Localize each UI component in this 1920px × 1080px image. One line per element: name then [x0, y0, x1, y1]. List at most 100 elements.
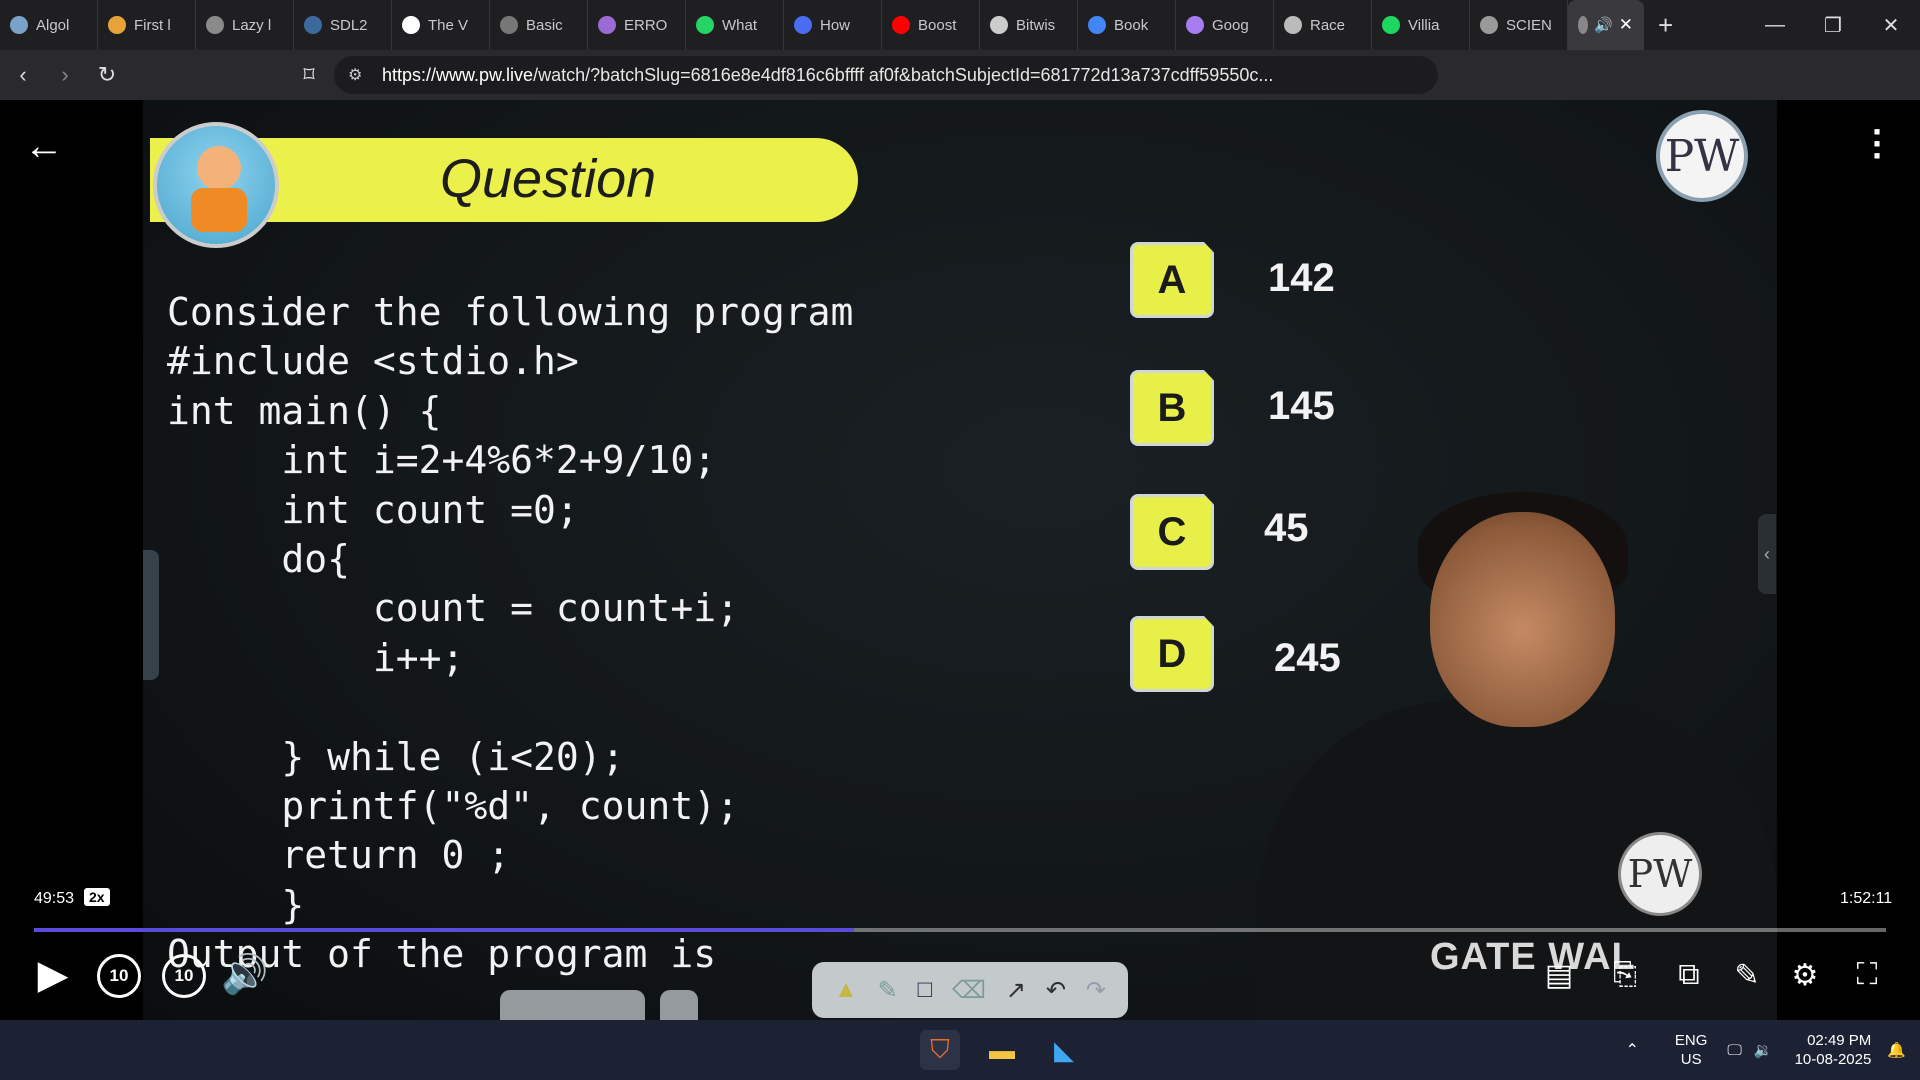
code-line: int count =0;	[167, 487, 579, 532]
browser-tab[interactable]: The V	[392, 0, 490, 50]
current-time: 49:53	[34, 890, 75, 907]
notification-bell-icon[interactable]: 🔔	[1887, 1041, 1906, 1059]
browser-tab[interactable]: Race	[1274, 0, 1372, 50]
code-line: Consider the following program	[167, 290, 854, 334]
speaker-icon[interactable]: 🔊	[1594, 16, 1613, 34]
play-icon[interactable]: ▶	[30, 952, 76, 998]
tab-favicon-icon	[206, 16, 224, 34]
code-line: do{	[167, 536, 351, 581]
back-arrow-icon[interactable]: ←	[24, 124, 64, 169]
browser-tab[interactable]: ERRO	[588, 0, 686, 50]
forward-icon[interactable]: ›	[46, 56, 84, 94]
tab-title: Race	[1310, 16, 1346, 34]
tab-favicon-icon	[598, 16, 616, 34]
lang-top: ENG	[1674, 1032, 1708, 1049]
minimize-icon[interactable]: —	[1746, 0, 1804, 50]
restore-icon[interactable]: ❐	[1804, 0, 1862, 50]
fullscreen-icon[interactable]: ⛶	[1846, 954, 1888, 996]
browser-tab[interactable]: SDL2	[294, 0, 392, 50]
tab-title: ERRO	[624, 16, 668, 34]
close-tab-icon[interactable]: ✕	[1619, 15, 1633, 35]
lang-bottom: US	[1680, 1051, 1702, 1068]
language-indicator[interactable]: ENG US	[1675, 1031, 1708, 1069]
volume-icon[interactable]: 🔊	[220, 950, 270, 1000]
video-player[interactable]: Question Consider the following program #…	[0, 100, 1920, 1030]
translate-icon[interactable]: ⎘	[1604, 954, 1646, 996]
show-hidden-icons[interactable]: ⌃	[1626, 1040, 1639, 1060]
notes-icon[interactable]: ✎	[1726, 954, 1768, 996]
seek-bar[interactable]	[34, 928, 1886, 932]
tab-title: How	[820, 16, 851, 34]
browser-tab[interactable]: What	[686, 0, 784, 50]
browser-tab[interactable]: How	[784, 0, 882, 50]
mascot-body	[191, 188, 247, 232]
vscode-icon[interactable]: ◣	[1044, 1030, 1084, 1070]
kid-mascot-icon	[153, 122, 279, 248]
question-banner-title: Question	[440, 149, 657, 209]
system-tray: ⌃ ENG US 🖵 🔉 02:49 PM 10-08-2025 🔔	[1626, 1020, 1920, 1080]
volume-tray-icon[interactable]: 🔉	[1754, 1041, 1773, 1059]
settings-gear-icon[interactable]: ⚙	[1784, 954, 1826, 996]
brave-browser-icon[interactable]: ⛉	[920, 1030, 960, 1070]
tab-active-pw[interactable]: 🔊 ✕	[1568, 0, 1644, 50]
seek-progress	[34, 928, 855, 932]
tab-title: SDL2	[330, 16, 368, 34]
forward-10-icon[interactable]: 10	[162, 954, 206, 998]
option-value: 142	[1268, 256, 1335, 300]
browser-tab[interactable]: First l	[98, 0, 196, 50]
address-bar-row: ‹ › ↻ ⌑ ⚙ https://www.pw.live/watch/?bat…	[0, 50, 1920, 128]
code-line: } while (i<20);	[167, 734, 625, 779]
tab-favicon-icon	[1088, 16, 1106, 34]
browser-tab[interactable]: Algol	[0, 0, 98, 50]
pw-tab-icon	[1578, 16, 1589, 34]
more-options-icon[interactable]: · · ·	[1866, 114, 1890, 174]
playback-speed-badge[interactable]: 2x	[84, 888, 110, 906]
new-tab-button[interactable]: +	[1658, 10, 1673, 41]
option-letter: C	[1130, 494, 1214, 570]
site-settings-icon[interactable]: ⚙	[348, 65, 362, 85]
teacher-head	[1430, 512, 1615, 727]
rewind-10-icon[interactable]: 10	[97, 954, 141, 998]
clock[interactable]: 02:49 PM 10-08-2025	[1795, 1031, 1872, 1069]
windows-start-icon[interactable]	[862, 1034, 894, 1066]
browser-tab[interactable]: Basic	[490, 0, 588, 50]
code-line: printf("%d", count);	[167, 783, 739, 828]
browser-tab[interactable]: Lazy l	[196, 0, 294, 50]
file-explorer-icon[interactable]: ▬	[982, 1030, 1022, 1070]
tab-title: Book	[1114, 16, 1149, 34]
browser-tab[interactable]: SCIEN	[1470, 0, 1568, 50]
tab-favicon-icon	[794, 16, 812, 34]
tab-favicon-icon	[892, 16, 910, 34]
tab-favicon-icon	[1480, 16, 1498, 34]
close-window-icon[interactable]: ✕	[1862, 0, 1920, 50]
browser-tab[interactable]: Villia	[1372, 0, 1470, 50]
total-time: 1:52:11	[1840, 890, 1893, 907]
doubts-icon[interactable]: ▤	[1538, 954, 1580, 996]
browser-tab[interactable]: Boost	[882, 0, 980, 50]
code-line: #include <stdio.h>	[167, 339, 579, 384]
back-icon[interactable]: ‹	[4, 56, 42, 94]
tab-favicon-icon	[304, 16, 322, 34]
browser-tab[interactable]: Book	[1078, 0, 1176, 50]
picture-in-picture-icon[interactable]: ⧉	[1668, 954, 1710, 996]
left-side-tab[interactable]	[143, 550, 159, 680]
window-controls: — ❐ ✕	[1746, 0, 1920, 50]
url-field[interactable]: ⚙ https://www.pw.live/watch/?batchSlug=6…	[334, 56, 1438, 94]
tab-favicon-icon	[402, 16, 420, 34]
browser-tab[interactable]: Goog	[1176, 0, 1274, 50]
tab-title: SCIEN	[1506, 16, 1552, 34]
forward-label: 10	[174, 966, 194, 985]
code-line: count = count+i;	[167, 586, 739, 631]
option-badge: B	[1130, 370, 1214, 446]
browser-tab[interactable]: Bitwis	[980, 0, 1078, 50]
option-badge: C	[1130, 494, 1214, 570]
right-side-tab[interactable]: ‹	[1758, 514, 1776, 594]
drawing-toolbar: ▲ ✎ □ ⌫ ↗ ↶ ↷	[812, 962, 1128, 1018]
code-line: i++;	[167, 635, 465, 680]
bookmark-icon[interactable]: ⌑	[290, 56, 328, 94]
mascot-head	[197, 146, 241, 190]
network-icon[interactable]: 🖵	[1727, 1042, 1741, 1059]
option-badge: D	[1130, 616, 1214, 692]
reload-icon[interactable]: ↻	[88, 56, 126, 94]
code-line: return 0 ;	[167, 833, 511, 878]
